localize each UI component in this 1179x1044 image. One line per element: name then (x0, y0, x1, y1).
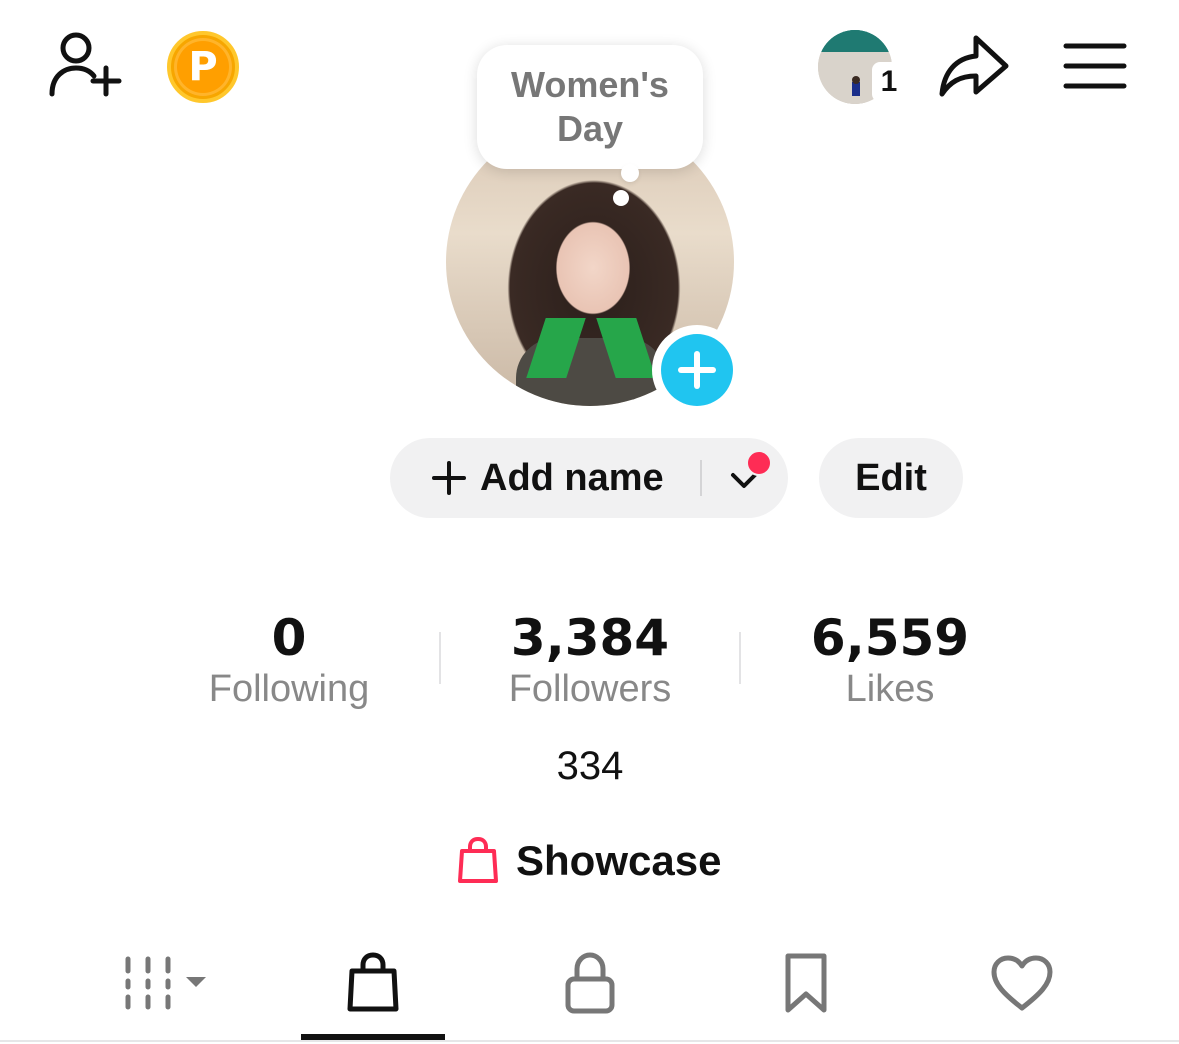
share-button[interactable] (936, 30, 1012, 102)
lock-icon (565, 952, 615, 1014)
likes-label: Likes (845, 668, 935, 710)
plus-icon (661, 334, 733, 406)
story-count-badge: 1 (872, 62, 906, 102)
edit-profile-button[interactable]: Edit (819, 438, 963, 518)
points-coin-button[interactable]: P (166, 30, 240, 104)
bookmark-icon (785, 953, 827, 1013)
stat-followers[interactable]: 3,384 Followers (440, 608, 740, 712)
add-friend-button[interactable] (40, 28, 124, 104)
person-add-icon (49, 32, 122, 97)
tab-videos[interactable] (100, 944, 220, 1022)
profile-note-bubble[interactable]: Women's Day (477, 45, 703, 169)
tab-saved[interactable] (756, 944, 856, 1022)
profile-bio: 334 (556, 744, 624, 788)
stat-following[interactable]: 0 Following (139, 608, 439, 712)
profile-note-text: Women's Day (511, 64, 669, 149)
coin-icon: P (167, 31, 239, 103)
add-name-label: Add name (480, 456, 664, 499)
bubble-tail-dot-small (613, 190, 629, 206)
heart-icon (991, 955, 1053, 1011)
hamburger-icon (1063, 43, 1127, 89)
share-arrow-icon (939, 35, 1009, 97)
shopping-bag-icon (458, 837, 498, 883)
plus-icon (432, 461, 466, 495)
tab-liked[interactable] (972, 944, 1072, 1022)
tab-bar-divider (0, 1040, 1179, 1042)
notification-dot (746, 450, 772, 476)
bubble-tail-dot (621, 164, 639, 182)
following-label: Following (208, 668, 370, 710)
showcase-link[interactable]: Showcase (456, 830, 721, 892)
tab-private[interactable] (540, 944, 640, 1022)
menu-button[interactable] (1060, 38, 1130, 94)
showcase-label: Showcase (516, 837, 722, 884)
videos-grid-icon (125, 956, 206, 1010)
stat-likes[interactable]: 6,559 Likes (740, 608, 1040, 712)
followers-label: Followers (508, 668, 672, 710)
shopping-bag-icon (347, 952, 399, 1012)
tab-showcase[interactable] (301, 944, 445, 1022)
followers-count: 3,384 (510, 609, 670, 667)
avatar-add-button[interactable] (652, 325, 742, 415)
likes-count: 6,559 (810, 609, 970, 667)
divider (700, 460, 702, 496)
coin-letter: P (174, 38, 232, 96)
following-count: 0 (271, 609, 307, 667)
